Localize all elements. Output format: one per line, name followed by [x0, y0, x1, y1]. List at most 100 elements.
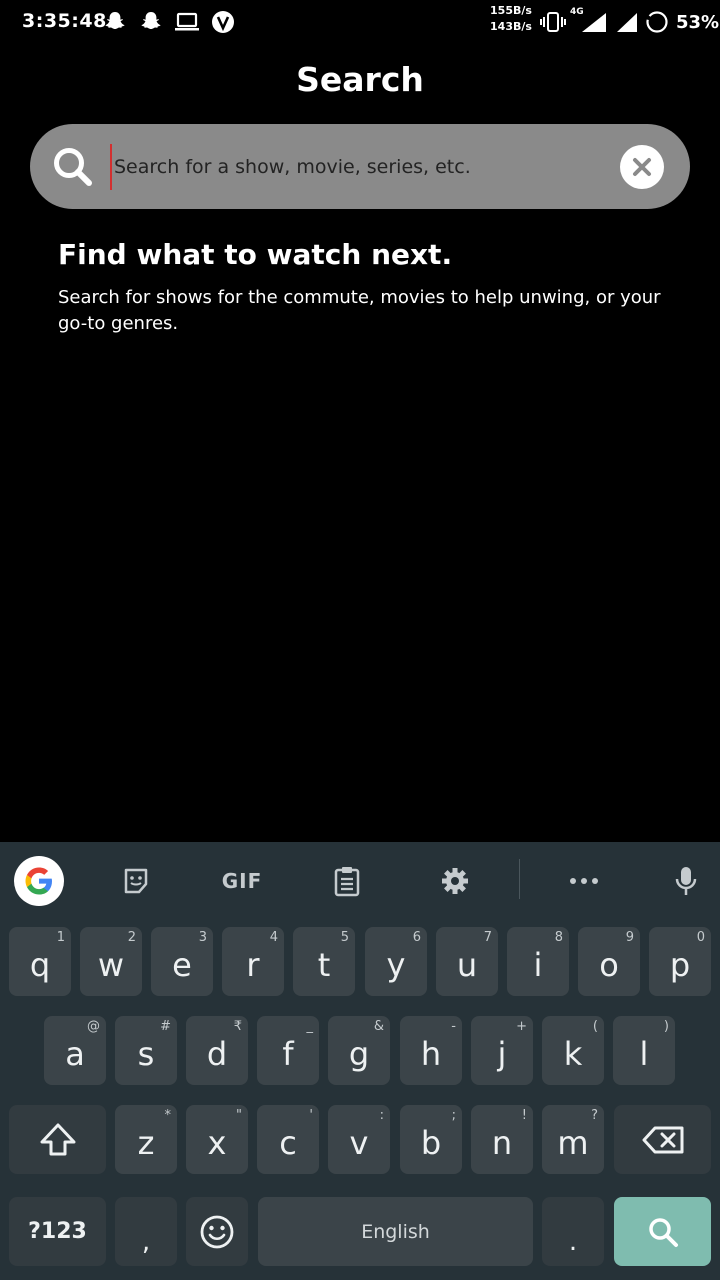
key-label: l	[639, 1034, 649, 1073]
key-hint: @	[87, 1019, 100, 1034]
key-hint: 5	[340, 930, 349, 945]
search-input[interactable]	[110, 144, 610, 190]
clear-search-button[interactable]	[620, 145, 664, 189]
key-hint: (	[592, 1019, 598, 1034]
key-label: n	[491, 1123, 513, 1162]
emoji-key[interactable]	[186, 1197, 248, 1266]
key-g[interactable]: & g	[328, 1016, 390, 1085]
network-speed: 155B/s 143B/s	[486, 3, 536, 35]
key-label: c	[279, 1123, 297, 1162]
key-label: p	[669, 945, 691, 984]
key-label: b	[420, 1123, 442, 1162]
system-icons: 4G 53%	[540, 7, 719, 36]
spacebar[interactable]: English	[258, 1197, 533, 1266]
key-label: v	[349, 1123, 369, 1162]
key-label: a	[65, 1034, 85, 1073]
google-icon[interactable]	[14, 856, 64, 906]
key-j[interactable]: + j	[471, 1016, 533, 1085]
backspace-key[interactable]	[614, 1105, 711, 1174]
key-label: d	[206, 1034, 228, 1073]
key-hint: "	[236, 1108, 242, 1123]
key-x[interactable]: " x	[186, 1105, 248, 1174]
key-e[interactable]: 3e	[151, 927, 213, 996]
key-p[interactable]: 0p	[649, 927, 711, 996]
key-i[interactable]: 8i	[507, 927, 569, 996]
keyboard-search-button[interactable]	[614, 1197, 711, 1266]
key-l[interactable]: ) l	[613, 1016, 675, 1085]
key-hint: 7	[483, 930, 492, 945]
comma-label: ,	[141, 1226, 151, 1257]
key-hint: 3	[198, 930, 207, 945]
upload-speed: 155B/s	[490, 4, 532, 17]
period-key[interactable]: .	[542, 1197, 604, 1266]
key-z[interactable]: * z	[115, 1105, 177, 1174]
snapchat-icon	[138, 9, 164, 35]
key-n[interactable]: ! n	[471, 1105, 533, 1174]
status-bar: 3:35:48 155B/s 143B/s 4G 53%	[0, 0, 720, 44]
key-label: o	[599, 945, 619, 984]
clipboard-icon[interactable]	[323, 857, 371, 905]
vibrate-icon	[540, 9, 566, 35]
page-title: Search	[296, 60, 424, 99]
key-t[interactable]: 5t	[293, 927, 355, 996]
key-hint: &	[373, 1019, 384, 1034]
sticker-icon[interactable]	[112, 857, 160, 905]
vpn-icon	[210, 9, 236, 35]
key-hint: +	[516, 1019, 527, 1034]
gif-button[interactable]: GIF	[218, 857, 266, 905]
key-hint: *	[164, 1108, 172, 1123]
soft-keyboard: GIF 1q 2w 3e 4r 5t 6y 7u 8i 9o 0p @ a # s …	[0, 842, 720, 1280]
key-o[interactable]: 9o	[578, 927, 640, 996]
empty-state-title: Find what to watch next.	[58, 238, 453, 271]
backspace-icon	[642, 1126, 683, 1153]
key-hint: -	[451, 1019, 456, 1034]
key-label: h	[420, 1034, 442, 1073]
search-icon	[648, 1217, 678, 1247]
key-label: m	[557, 1123, 589, 1162]
key-y[interactable]: 6y	[365, 927, 427, 996]
key-d[interactable]: ₹ d	[186, 1016, 248, 1085]
shift-icon	[40, 1123, 75, 1155]
key-label: f	[282, 1034, 294, 1073]
key-hint: 8	[554, 930, 563, 945]
key-label: w	[97, 945, 125, 984]
signal-icon	[614, 9, 640, 35]
symbols-key[interactable]: ?123	[9, 1197, 106, 1266]
search-icon	[50, 144, 96, 190]
comma-key[interactable]: ,	[115, 1197, 177, 1266]
key-hint: ₹	[233, 1019, 242, 1034]
key-q[interactable]: 1q	[9, 927, 71, 996]
key-label: e	[172, 945, 192, 984]
key-w[interactable]: 2w	[80, 927, 142, 996]
spacebar-label: English	[361, 1220, 430, 1243]
key-h[interactable]: -h	[400, 1016, 462, 1085]
key-s[interactable]: # s	[115, 1016, 177, 1085]
key-label: y	[386, 945, 406, 984]
more-options-icon[interactable]	[560, 857, 608, 905]
key-f[interactable]: _ f	[257, 1016, 319, 1085]
shift-key[interactable]	[9, 1105, 106, 1174]
key-r[interactable]: 4r	[222, 927, 284, 996]
laptop-icon	[174, 9, 200, 35]
key-k[interactable]: (k	[542, 1016, 604, 1085]
key-m[interactable]: ? m	[542, 1105, 604, 1174]
key-hint: 2	[127, 930, 136, 945]
settings-gear-icon[interactable]	[431, 857, 479, 905]
key-hint: '	[309, 1108, 313, 1123]
network-type: 4G	[570, 7, 584, 17]
key-hint: #	[160, 1019, 171, 1034]
key-hint: :	[379, 1108, 384, 1123]
key-b[interactable]: ; b	[400, 1105, 462, 1174]
microphone-icon[interactable]	[662, 857, 710, 905]
emoji-icon	[200, 1215, 234, 1248]
key-a[interactable]: @ a	[44, 1016, 106, 1085]
search-bar[interactable]	[30, 124, 690, 209]
close-icon	[633, 158, 651, 176]
key-label: k	[563, 1034, 583, 1073]
key-c[interactable]: ' c	[257, 1105, 319, 1174]
notification-icons	[102, 8, 236, 36]
key-v[interactable]: :v	[328, 1105, 390, 1174]
key-u[interactable]: 7u	[436, 927, 498, 996]
symbols-label: ?123	[28, 1219, 87, 1244]
key-hint: ;	[451, 1108, 456, 1123]
